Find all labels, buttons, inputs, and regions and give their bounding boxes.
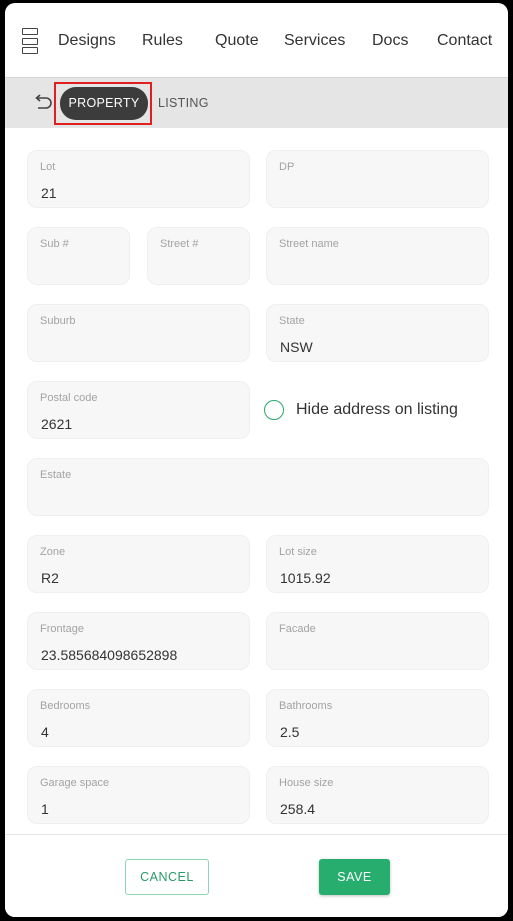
frontage-field[interactable]: Frontage 23.585684098652898 (27, 612, 250, 670)
lot-size-value: 1015.92 (280, 570, 331, 586)
dp-field[interactable]: DP (266, 150, 489, 208)
tab-listing[interactable]: LISTING (158, 87, 209, 120)
save-button[interactable]: SAVE (319, 859, 390, 895)
hide-address-label: Hide address on listing (296, 401, 458, 418)
nav-rules[interactable]: Rules (142, 32, 183, 50)
menu-icon-bar (22, 28, 38, 35)
bedrooms-label: Bedrooms (40, 700, 91, 712)
hide-address-radio[interactable] (264, 400, 284, 420)
sub-number-label: Sub # (40, 238, 69, 250)
street-number-label: Street # (160, 238, 199, 250)
suburb-label: Suburb (40, 315, 76, 327)
lot-label: Lot (40, 161, 56, 173)
zone-label: Zone (40, 546, 66, 558)
postal-code-field[interactable]: Postal code 2621 (27, 381, 250, 439)
bedrooms-value: 4 (41, 724, 49, 740)
house-size-label: House size (279, 777, 334, 789)
nav-designs[interactable]: Designs (58, 32, 116, 50)
zone-value: R2 (41, 570, 59, 586)
facade-label: Facade (279, 623, 316, 635)
dialog-footer: CANCEL SAVE (5, 834, 508, 917)
frontage-label: Frontage (40, 623, 85, 635)
state-field[interactable]: State NSW (266, 304, 489, 362)
bathrooms-value: 2.5 (280, 724, 300, 740)
tab-bar: PROPERTY LISTING (5, 77, 508, 128)
screen-frame: Designs Rules Quote Services Docs Contac… (0, 0, 513, 921)
nav-services[interactable]: Services (284, 32, 345, 50)
property-form: Lot 21 DP Sub # Street # Street name Sub… (5, 128, 508, 834)
bathrooms-label: Bathrooms (279, 700, 333, 712)
house-size-field[interactable]: House size 258.4 (266, 766, 489, 824)
street-number-field[interactable]: Street # (147, 227, 250, 285)
estate-label: Estate (40, 469, 72, 481)
garage-space-value: 1 (41, 801, 49, 817)
nav-docs[interactable]: Docs (372, 32, 408, 50)
top-navigation: Designs Rules Quote Services Docs Contac… (5, 3, 508, 77)
tab-property[interactable]: PROPERTY (60, 87, 148, 120)
menu-icon-bar (22, 37, 38, 45)
facade-field[interactable]: Facade (266, 612, 489, 670)
zone-field[interactable]: Zone R2 (27, 535, 250, 593)
state-label: State (279, 315, 305, 327)
state-value: NSW (280, 339, 313, 355)
street-name-field[interactable]: Street name (266, 227, 489, 285)
suburb-field[interactable]: Suburb (27, 304, 250, 362)
bathrooms-field[interactable]: Bathrooms 2.5 (266, 689, 489, 747)
estate-field[interactable]: Estate (27, 458, 489, 516)
undo-arrow-icon[interactable] (32, 94, 54, 112)
lot-value: 21 (41, 185, 57, 201)
garage-space-field[interactable]: Garage space 1 (27, 766, 250, 824)
postal-code-value: 2621 (41, 416, 73, 432)
postal-code-label: Postal code (40, 392, 98, 404)
cancel-button[interactable]: CANCEL (125, 859, 209, 895)
garage-space-label: Garage space (40, 777, 110, 789)
dp-label: DP (279, 161, 295, 173)
nav-contact[interactable]: Contact (437, 32, 492, 50)
bedrooms-field[interactable]: Bedrooms 4 (27, 689, 250, 747)
sub-number-field[interactable]: Sub # (27, 227, 130, 285)
house-size-value: 258.4 (280, 801, 316, 817)
menu-icon-bar (22, 47, 38, 54)
menu-icon[interactable] (22, 28, 38, 54)
nav-quote[interactable]: Quote (215, 32, 259, 50)
hide-address-toggle[interactable]: Hide address on listing (264, 398, 458, 422)
property-dialog: Designs Rules Quote Services Docs Contac… (5, 3, 508, 917)
lot-size-label: Lot size (279, 546, 317, 558)
lot-size-field[interactable]: Lot size 1015.92 (266, 535, 489, 593)
street-name-label: Street name (279, 238, 339, 250)
frontage-value: 23.585684098652898 (41, 647, 178, 663)
lot-field[interactable]: Lot 21 (27, 150, 250, 208)
